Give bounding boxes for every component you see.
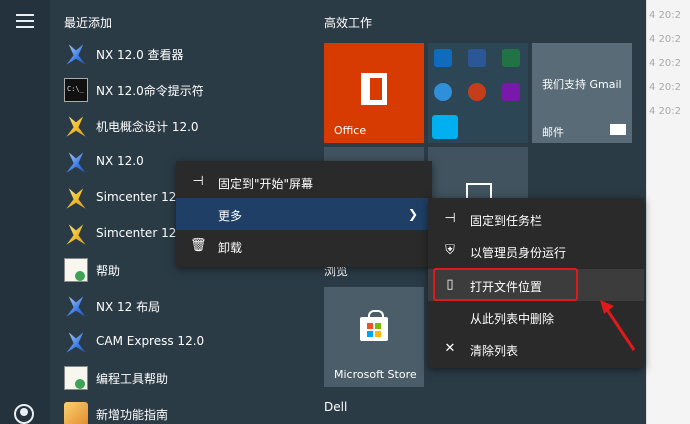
app-label: 编程工具帮助 xyxy=(96,372,169,386)
app-item-whats-new[interactable]: 新增功能指南 xyxy=(50,396,310,424)
app-item-nx-cmd[interactable]: NX 12.0命令提示符 xyxy=(50,72,310,108)
help-icon xyxy=(64,366,88,390)
app-label: NX 12.0 查看器 xyxy=(96,48,184,62)
tile-label: Office xyxy=(334,124,367,137)
menu-label: 固定到任务栏 xyxy=(470,214,543,228)
menu-item-pin-start[interactable]: ⊣ 固定到"开始"屏幕 xyxy=(176,166,432,198)
guide-book-icon xyxy=(64,402,88,424)
user-account-icon[interactable] xyxy=(14,404,34,424)
app-label: 帮助 xyxy=(96,264,121,278)
menu-item-run-as-admin[interactable]: ⛨ 以管理员身份运行 xyxy=(428,235,644,267)
app-item-programming-help[interactable]: 编程工具帮助 xyxy=(50,360,310,396)
shield-icon: ⛨ xyxy=(445,243,455,258)
simcenter-icon xyxy=(66,188,86,209)
tile-label: 邮件 xyxy=(542,126,564,139)
command-prompt-icon xyxy=(64,78,88,102)
annotation-arrow xyxy=(600,300,636,351)
word-icon[interactable] xyxy=(468,49,486,67)
tile-group-title: Dell xyxy=(324,400,348,414)
close-icon: ✕ xyxy=(444,341,456,356)
recent-section-title: 最近添加 xyxy=(64,16,113,30)
app-label: NX 12.0 xyxy=(96,154,144,168)
onedrive-icon[interactable] xyxy=(434,83,452,101)
help-icon xyxy=(64,258,88,282)
hamburger-menu-icon[interactable] xyxy=(16,14,34,28)
pin-icon: ⊣ xyxy=(192,174,204,189)
app-label: 新增功能指南 xyxy=(96,408,169,422)
onenote-icon[interactable] xyxy=(502,83,520,101)
menu-item-pin-taskbar[interactable]: ⊣ 固定到任务栏 xyxy=(428,203,644,235)
app-label: Simcenter 12.0 xyxy=(96,226,188,240)
outlook-icon[interactable] xyxy=(434,49,452,67)
simcenter-icon xyxy=(66,224,86,245)
menu-label: 清除列表 xyxy=(470,344,519,358)
tile-label: 我们支持 Gmail xyxy=(542,78,622,91)
timestamp: 4 20:2 xyxy=(649,82,681,93)
skype-icon[interactable] xyxy=(432,115,458,139)
app-item-nx-viewer[interactable]: NX 12.0 查看器 xyxy=(50,36,310,72)
timestamp: 4 20:2 xyxy=(649,34,681,45)
nx-icon xyxy=(66,332,86,353)
timestamp: 4 20:2 xyxy=(649,10,681,21)
app-label: CAM Express 12.0 xyxy=(96,334,205,348)
app-item-nx-layout[interactable]: NX 12 布局 xyxy=(50,288,310,324)
office-logo-icon xyxy=(361,73,387,105)
microsoft-store-tile[interactable]: Microsoft Store xyxy=(324,287,424,387)
tile-label: Microsoft Store xyxy=(334,368,417,381)
menu-item-uninstall[interactable]: 🗑 卸载 xyxy=(176,230,432,262)
nx-icon xyxy=(66,152,86,173)
excel-icon[interactable] xyxy=(502,49,520,67)
chevron-right-icon: ❯ xyxy=(407,207,418,221)
context-menu: ⊣ 固定到"开始"屏幕 更多 ❯ 🗑 卸载 xyxy=(176,161,432,267)
trash-icon: 🗑 xyxy=(190,238,207,253)
nx-icon xyxy=(66,296,86,317)
timestamp: 4 20:2 xyxy=(649,106,681,117)
menu-label: 固定到"开始"屏幕 xyxy=(218,177,314,191)
menu-label: 以管理员身份运行 xyxy=(470,246,567,260)
store-bag-icon xyxy=(360,310,388,341)
office-apps-tile[interactable] xyxy=(428,43,528,143)
background-window: 4 20:2 4 20:2 4 20:2 4 20:2 4 20:2 xyxy=(646,0,690,424)
tile-group-title: 高效工作 xyxy=(324,16,373,30)
highlight-box xyxy=(433,268,578,301)
menu-label: 卸载 xyxy=(218,241,243,255)
menu-item-more[interactable]: 更多 ❯ xyxy=(176,198,432,230)
timestamp: 4 20:2 xyxy=(649,58,681,69)
pin-icon: ⊣ xyxy=(444,211,456,226)
app-label: NX 12 布局 xyxy=(96,300,161,314)
gmail-mail-tile[interactable]: 我们支持 Gmail 邮件 xyxy=(532,43,632,143)
app-label: Simcenter 12.0 xyxy=(96,190,188,204)
mail-icon xyxy=(610,124,626,135)
app-label: NX 12.0命令提示符 xyxy=(96,84,204,98)
powerpoint-icon[interactable] xyxy=(468,83,486,101)
office-tile[interactable]: Office xyxy=(324,43,424,143)
menu-label: 更多 xyxy=(218,209,243,223)
app-label: 机电概念设计 12.0 xyxy=(96,120,199,134)
start-rail xyxy=(0,0,50,424)
nx-icon xyxy=(66,116,86,137)
menu-label: 从此列表中删除 xyxy=(470,312,555,326)
app-item-mcd[interactable]: 机电概念设计 12.0 xyxy=(50,108,310,144)
app-item-cam-express[interactable]: CAM Express 12.0 xyxy=(50,324,310,360)
nx-icon xyxy=(66,44,86,65)
